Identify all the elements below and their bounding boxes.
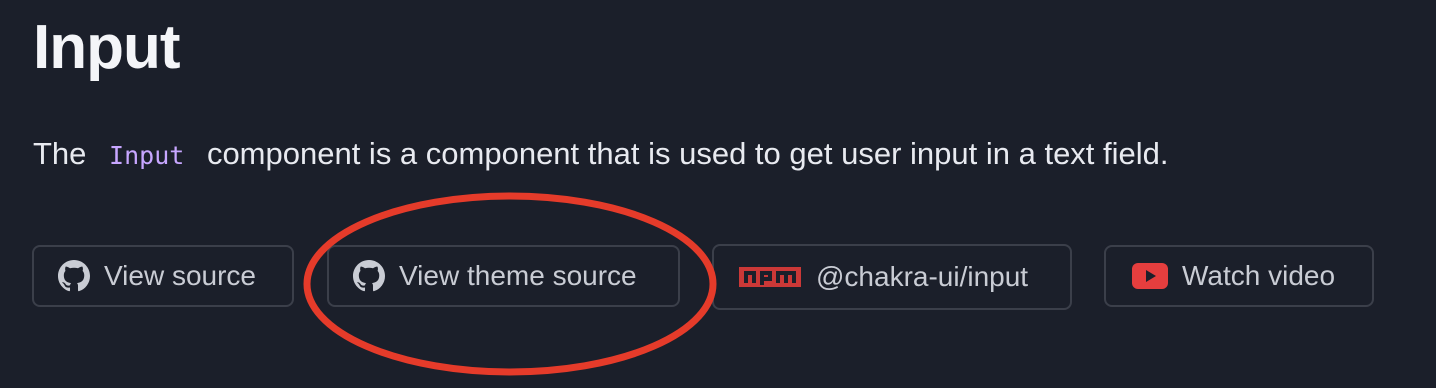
view-source-label: View source [104,260,257,291]
view-theme-source-link[interactable]: View theme source [327,245,680,307]
github-icon [58,260,90,292]
watch-video-link[interactable]: Watch video [1104,245,1374,307]
description-text-before: The [33,136,87,171]
page-title: Input [33,13,180,82]
npm-package-link[interactable]: @chakra-ui/input [712,244,1072,310]
github-icon [353,260,385,292]
view-theme-source-label: View theme source [399,260,637,291]
view-source-link[interactable]: View source [32,245,294,307]
npm-icon [738,265,802,289]
inline-code: Input [109,141,185,170]
youtube-icon [1132,263,1168,289]
description-text-after: component is a component that is used to… [206,136,1169,171]
watch-video-label: Watch video [1182,260,1336,291]
npm-package-label: @chakra-ui/input [816,261,1029,292]
page-description: The Input component is a component that … [33,133,1169,177]
